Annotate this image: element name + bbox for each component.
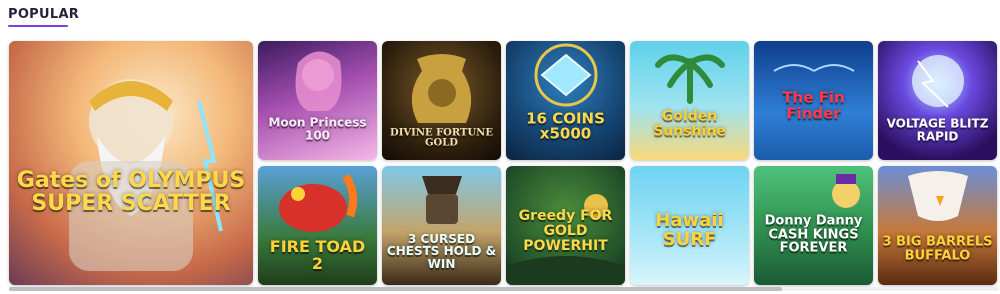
game-tile-label: 16 COINS x5000	[526, 108, 605, 143]
game-tile-3-big-barrels-buffalo[interactable]: 3 BIG BARRELS BUFFALO	[878, 166, 997, 285]
horizontal-scrollbar[interactable]	[9, 287, 999, 291]
game-tile-label: 3 CURSED CHESTS HOLD & WIN	[386, 231, 497, 271]
game-tile-label: Moon Princess 100	[268, 115, 367, 143]
game-tile-3-cursed-chests[interactable]: 3 CURSED CHESTS HOLD & WIN	[382, 166, 501, 285]
game-tile-fin-finder[interactable]: The Fin Finder	[754, 41, 873, 160]
game-tile-greedy-for-gold[interactable]: Greedy FOR GOLD POWERHIT	[506, 166, 625, 285]
game-tile-divine-fortune[interactable]: DIVINE FORTUNE GOLD	[382, 41, 501, 160]
game-art	[908, 171, 968, 221]
game-tile-label: 3 BIG BARRELS BUFFALO	[882, 234, 993, 264]
game-tile-fire-toad-2[interactable]: FIRE TOAD 2	[258, 166, 377, 285]
section-title-underline	[8, 25, 68, 27]
game-tile-label: Golden Sunshine	[653, 108, 726, 140]
game-tile-voltage-blitz-rapid[interactable]: VOLTAGE BLITZ RAPID	[878, 41, 997, 160]
game-tile-label: FIRE TOAD 2	[269, 237, 366, 274]
game-tile-gates-of-olympus[interactable]: Gates of OLYMPUS SUPER SCATTER	[9, 41, 253, 285]
game-tile-label: DIVINE FORTUNE GOLD	[390, 127, 493, 149]
game-tile-hawaii-surf[interactable]: Hawaii SURF	[630, 166, 749, 285]
game-tile-label: The Fin Finder	[782, 88, 845, 123]
game-tile-label: VOLTAGE BLITZ RAPID	[886, 116, 989, 144]
game-art	[69, 79, 223, 271]
game-tile-16-coins[interactable]: 16 COINS x5000	[506, 41, 625, 160]
game-tile-label: Donny Danny CASH KINGS FOREVER	[764, 213, 863, 256]
game-grid: Gates of OLYMPUS SUPER SCATTER Moon Prin…	[9, 41, 999, 287]
game-tile-moon-princess[interactable]: Moon Princess 100	[258, 41, 377, 160]
game-tile-golden-sunshine[interactable]: Golden Sunshine	[630, 41, 749, 160]
game-art	[655, 54, 725, 104]
game-tile-donny-danny[interactable]: Donny Danny CASH KINGS FOREVER	[754, 166, 873, 285]
section-title: POPULAR	[8, 7, 80, 22]
scrollbar-thumb[interactable]	[9, 287, 782, 291]
game-tile-label: Gates of OLYMPUS SUPER SCATTER	[16, 168, 246, 217]
game-tile-label: Hawaii SURF	[655, 210, 724, 251]
game-tile-label: Greedy FOR GOLD POWERHIT	[518, 208, 613, 254]
